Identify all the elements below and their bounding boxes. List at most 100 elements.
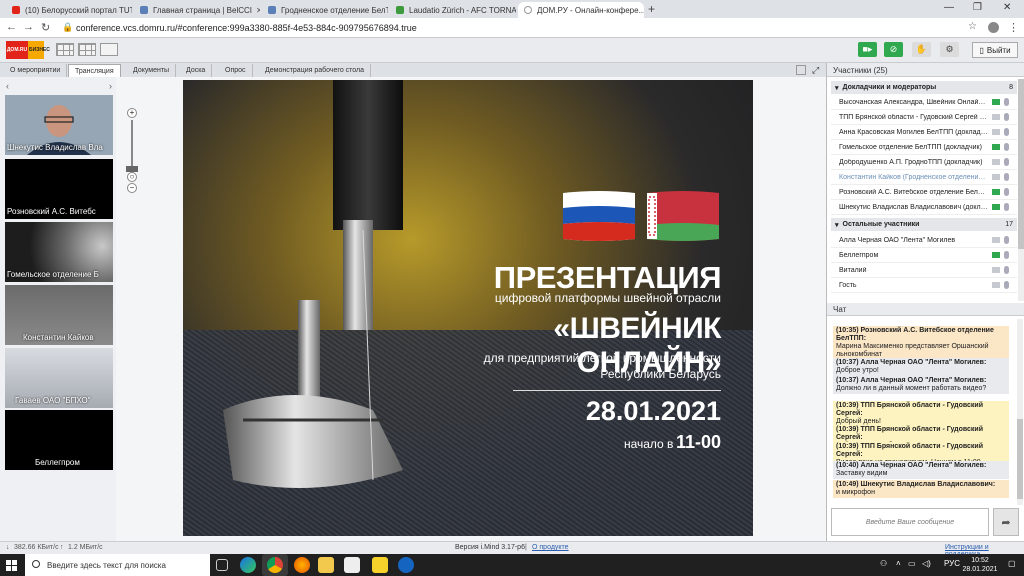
speakers-group-header[interactable]: ▾ Докладчики и модераторы 8 [831, 81, 1017, 94]
upload-arrow-icon: ↑ [60, 544, 64, 551]
reload-icon[interactable]: ↻ [41, 21, 50, 34]
participant-row[interactable]: Константин Кайков (Гродненское отделение… [831, 170, 1017, 185]
scroll-thumb[interactable] [1018, 79, 1024, 249]
close-window-icon[interactable]: ✕ [1003, 2, 1011, 13]
expand-icon[interactable] [796, 65, 806, 75]
layout-single-button[interactable] [100, 43, 118, 56]
video-tile-label: Шнекутис Владислав Вла [7, 143, 103, 152]
participant-row[interactable]: Виталий [831, 263, 1017, 278]
camera-status-icon [992, 267, 1000, 273]
slide-subtitle: для предприятий легкой промышленности [483, 351, 721, 365]
chat-input[interactable]: Введите Ваше сообщение [831, 508, 989, 536]
taskbar-search-input[interactable]: Введите здесь текст для поиска [25, 554, 210, 576]
video-tile[interactable]: Беллегпром [5, 410, 113, 470]
browser-tab-belcci[interactable]: Главная страница | BelCCI ✕ [134, 2, 260, 18]
url-field[interactable]: conference.vcs.domru.ru/#conference:999a… [76, 23, 417, 33]
close-icon[interactable]: ✕ [252, 6, 260, 15]
windows-start-icon[interactable] [6, 560, 17, 571]
layout-grid-button[interactable] [56, 43, 74, 56]
tab-about[interactable]: О мероприятии [4, 64, 68, 77]
participant-name: Шнекутис Владислав Владиславович (доклад… [839, 203, 988, 211]
layout-split-button[interactable] [78, 43, 96, 56]
video-tile[interactable]: Розновский А.С. Витебс [5, 159, 113, 219]
app-icon[interactable] [372, 557, 388, 573]
forward-icon[interactable]: → [23, 21, 34, 33]
zoom-out-icon[interactable]: − [127, 183, 137, 193]
participant-row[interactable]: Гомельское отделение БелТПП (докладчик) [831, 140, 1017, 155]
zoom-reset-icon[interactable]: ○ [127, 172, 137, 182]
participant-row[interactable]: Шнекутис Владислав Владиславович (доклад… [831, 200, 1017, 215]
tab-documents[interactable]: Документы [127, 64, 177, 77]
video-tile-label: Беллегпром [35, 458, 80, 467]
star-icon[interactable]: ☆ [968, 21, 977, 32]
store-icon[interactable] [344, 557, 360, 573]
send-button[interactable]: ➦ [993, 508, 1019, 536]
hand-icon: ✋ [915, 44, 928, 54]
participant-row[interactable]: Розновский А.С. Витебское отделение БелТ… [831, 185, 1017, 200]
people-icon[interactable]: ⚇ [880, 559, 887, 568]
video-tile[interactable]: Константин Кайков [5, 285, 113, 345]
camera-button[interactable]: ■▸ [858, 42, 877, 57]
taskbar-search-placeholder: Введите здесь текст для поиска [47, 560, 166, 570]
app-icon[interactable] [398, 557, 414, 573]
address-bar: ← → ↻ 🔒 conference.vcs.domru.ru/#confere… [0, 18, 1024, 38]
tab-desktop-share[interactable]: Демонстрация рабочего стола [259, 64, 372, 77]
chat-scrollbar[interactable] [1017, 319, 1023, 505]
exit-button[interactable]: ▯ Выйти [972, 42, 1018, 58]
chevron-up-icon[interactable]: ˄ [896, 559, 901, 568]
participant-row[interactable]: Анна Красовская Могилев БелТПП (докладчи… [831, 125, 1017, 140]
browser-tab-tutby[interactable]: (10) Белорусский портал TUT.BY ✕ [6, 2, 132, 18]
volume-icon[interactable]: ◁) [922, 559, 931, 568]
about-link[interactable]: О продукте [532, 544, 569, 551]
browser-tab-domru[interactable]: ДОМ.РУ - Онлайн-конфере... ● ✕ [518, 2, 644, 18]
zoom-control[interactable]: + ○ − [125, 108, 139, 193]
separator: | [525, 544, 527, 551]
network-icon[interactable]: ▭ [908, 559, 916, 568]
raise-hand-button[interactable]: ✋ [912, 42, 931, 57]
back-icon[interactable]: ← [6, 21, 17, 33]
task-view-icon[interactable] [216, 559, 228, 571]
prev-arrow-icon[interactable]: ‹ [6, 81, 9, 91]
browser-tab-grodno[interactable]: Гродненское отделение БелТПП ✕ [262, 2, 388, 18]
notification-icon[interactable]: ▢ [1008, 559, 1016, 568]
maximize-icon[interactable]: ❐ [973, 2, 982, 13]
participant-name: Розновский А.С. Витебское отделение БелТ… [839, 188, 988, 196]
fullscreen-icon[interactable]: ⤢ [812, 64, 819, 77]
zoom-in-icon[interactable]: + [127, 108, 137, 118]
file-explorer-icon[interactable] [318, 557, 334, 573]
video-tile[interactable]: Гаваев ОАО "БПХО" [5, 348, 113, 408]
tab-board[interactable]: Доска [180, 64, 213, 77]
participant-row[interactable]: Добродушенко А.П. ГродноТПП (докладчик) [831, 155, 1017, 170]
minimize-icon[interactable]: — [944, 2, 954, 13]
mic-button[interactable]: ⊘ [884, 42, 903, 57]
lock-icon[interactable]: 🔒 [62, 22, 73, 33]
video-tile[interactable]: Гомельское отделение Б [5, 222, 113, 282]
participant-row[interactable]: Алла Черная ОАО "Лента" Могилев [831, 233, 1017, 248]
participant-row[interactable]: ТПП Брянской области - Гудовский Сергей … [831, 110, 1017, 125]
tab-broadcast[interactable]: Трансляция [68, 64, 121, 77]
windows-taskbar: Введите здесь текст для поиска ⚇ ˄ ▭ ◁) … [0, 554, 1024, 576]
edge-icon[interactable] [240, 557, 256, 573]
mic-status-icon [1004, 173, 1009, 181]
participant-row[interactable]: Высочанская Александра, Швейник Онлайн (… [831, 95, 1017, 110]
menu-icon[interactable]: ⋮ [1008, 21, 1019, 34]
video-tile[interactable]: Шнекутис Владислав Вла [5, 95, 113, 155]
chat-message-author: (10:37) Алла Черная ОАО "Лента" Могилев: [836, 377, 987, 384]
participant-row[interactable]: Беллегпром [831, 248, 1017, 263]
browser-tab-laudatio[interactable]: Laudatio Zürich - AFC TORNADO ✕ [390, 2, 516, 18]
new-tab-icon[interactable]: + [648, 2, 655, 16]
others-group-header[interactable]: ▾ Остальные участники 17 [831, 218, 1017, 231]
profile-avatar-icon[interactable] [988, 22, 999, 33]
content-tabs: О мероприятии Трансляция Документы Доска… [0, 63, 826, 77]
logo-subtext: БИЗНЕС [29, 47, 50, 53]
tab-poll[interactable]: Опрос [219, 64, 253, 77]
chrome-taskbar-button[interactable] [262, 554, 288, 576]
scroll-thumb[interactable] [1017, 419, 1023, 499]
next-arrow-icon[interactable]: › [109, 81, 112, 91]
settings-button[interactable]: ⚙ [940, 42, 959, 57]
participants-scrollbar[interactable] [1018, 79, 1024, 301]
taskbar-clock[interactable]: 10:52 28.01.2021 [958, 556, 1002, 574]
participant-row[interactable]: Гость [831, 278, 1017, 293]
camera-status-icon [992, 204, 1000, 210]
firefox-icon[interactable] [294, 557, 310, 573]
